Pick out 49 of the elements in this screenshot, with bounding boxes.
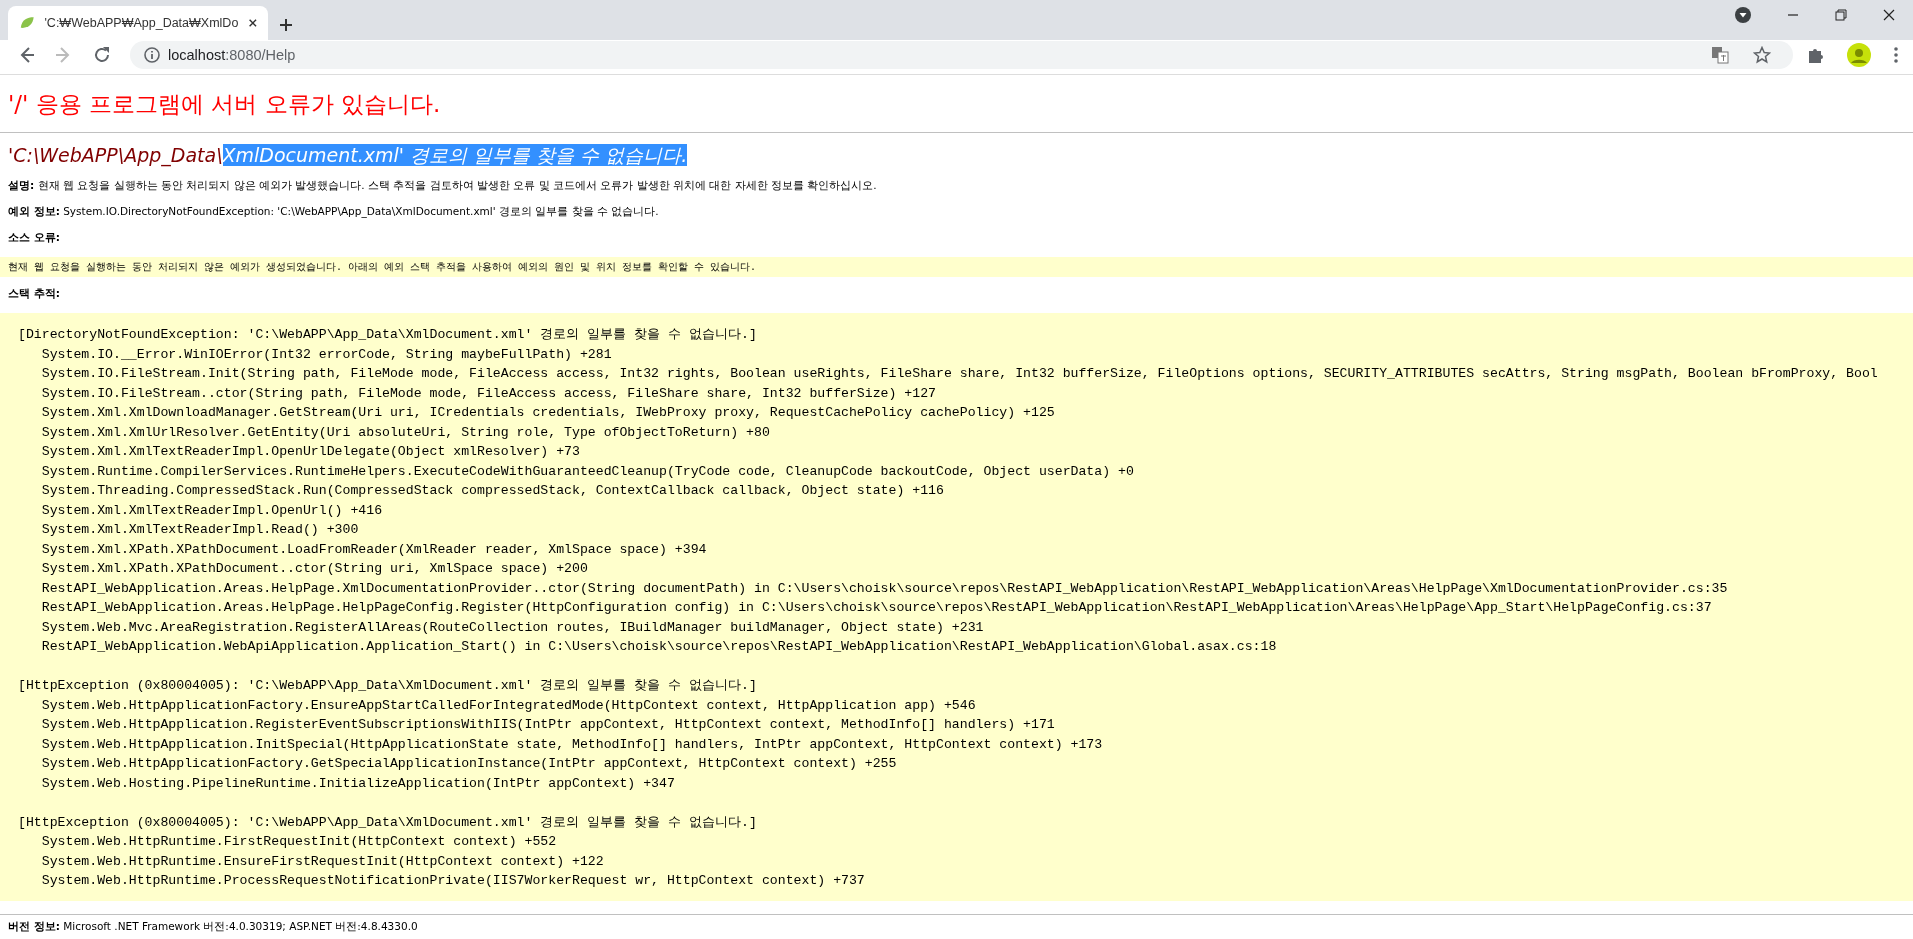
avatar-icon[interactable]	[1847, 43, 1871, 67]
detail-text: 예외 정보: System.IO.DirectoryNotFoundException: 'C:\WebAPP\App_Data\XmlDocument.xml' 경로의 일부를 찾을 수 없습니다.	[8, 205, 660, 219]
exception-header: [HttpException (0x80004005): 'C:\WebAPP\App_Data\XmlDocument.xml' 경로의 일부를 찾을 수 없습니다.]	[18, 813, 758, 832]
stack-trace-line: System.Threading.CompressedStack.Run(CompressedStack compressedStack, ContextCallback callback, Object state) +116	[40, 482, 945, 500]
section-label: 스택 추적:	[8, 287, 61, 301]
browser-tab[interactable]: 'C:₩WebAPP₩App_Data₩XmlDo	[8, 6, 268, 40]
restore-icon[interactable]	[1835, 9, 1847, 21]
translate-icon[interactable]	[1711, 46, 1729, 64]
stack-trace-line: System.Web.HttpRuntime.FirstRequestInit(HttpContext context) +552	[40, 833, 558, 851]
page-title: '/' 응용 프로그램에 서버 오류가 있습니다.	[8, 90, 442, 119]
new-tab-icon[interactable]	[278, 17, 294, 33]
dropdown-icon[interactable]	[1735, 7, 1751, 23]
stack-trace-line: System.IO.__Error.WinIOError(Int32 errorCode, String maybeFullPath) +281	[40, 345, 613, 364]
stack-trace-line: System.Xml.XmlUrlResolver.GetEntity(Uri absoluteUri, String role, Type ofObjectToReturn) +80	[40, 423, 771, 442]
stack-trace-line: System.Xml.XmlTextReaderImpl.OpenUrlDelegate(Object xmlResolver) +73	[40, 443, 581, 461]
stack-trace-line: System.IO.FileStream..ctor(String path, FileMode mode, FileAccess access, FileShare share, Int32 bufferSize) +127	[40, 384, 937, 403]
stack-trace-line: System.Web.HttpRuntime.EnsureFirstRequestInit(HttpContext context) +122	[40, 852, 605, 871]
star-icon[interactable]	[1753, 46, 1771, 64]
stack-trace-line: System.Xml.XmlTextReaderImpl.Read() +300	[40, 521, 360, 539]
version-info: 버전 정보: Microsoft .NET Framework 버전:4.0.30319; ASP.NET 버전:4.8.4330.0	[0, 913, 1913, 939]
stack-trace-line: System.Web.Hosting.PipelineRuntime.InitializeApplication(IntPtr appContext) +347	[40, 774, 676, 793]
stack-trace-line: System.Xml.XPath.XPathDocument..ctor(String uri, XmlSpace space) +200	[40, 560, 589, 578]
leaf-icon	[20, 15, 35, 31]
address-field[interactable]: localhost:8080/Help	[130, 41, 1793, 69]
info-icon	[144, 47, 160, 63]
more-icon[interactable]	[1893, 46, 1899, 64]
stack-trace-line: System.Web.HttpRuntime.ProcessRequestNotificationPrivate(IIS7WorkerRequest wr, HttpContext context) +737	[40, 872, 866, 890]
stack-trace-line: System.Runtime.CompilerServices.RuntimeHelpers.ExecuteCodeWithGuaranteedCleanup(TryCode code, CleanupCode backoutCode, Object userData) +0	[40, 462, 1135, 481]
stack-trace-line: System.Web.HttpApplicationFactory.GetSpecialApplicationInstance(IntPtr appContext, HttpContext context) +255	[40, 755, 898, 773]
section-label: 소스 오류:	[8, 231, 61, 245]
stack-trace-line: System.Xml.XmlTextReaderImpl.OpenUrl() +416	[40, 501, 384, 520]
close-icon[interactable]	[248, 17, 258, 29]
stack-trace-line: RestAPI_WebApplication.Areas.HelpPage.XmlDocumentationProvider..ctor(String documentPath) in C:\Users\choisk\source\repos\RestAPI_WebApplication\RestAPI_WebApplication\Areas\HelpPage\XmlDocumentationProvider.cs:35	[40, 579, 1729, 598]
stack-trace-line: RestAPI_WebApplication.Areas.HelpPage.HelpPageConfig.Register(HttpConfiguration config) in C:\Users\choisk\source\repos\RestAPI_WebApplication\RestAPI_WebApplication\Areas\HelpPage\App_Start\HelpPageConfig.cs:37	[40, 599, 1713, 617]
stack-trace-line: System.IO.FileStream.Init(String path, FileMode mode, FileAccess access, Int32 rights, Boolean useRights, FileShare share, Int32 bufferSize, FileOptions options, SECURITY_ATTRIBUTES secAttrs, String msgPath, Boolean bFromProxy, Bool	[40, 365, 1879, 383]
source-error-text: 현재 웹 요청을 실행하는 동안 처리되지 않은 예외가 생성되었습니다. 아래의 예외 스택 추적을 사용하여 예외의 원인 및 위치 정보를 확인할 수 있습니다.	[0, 257, 1913, 277]
stack-trace-line: System.Web.HttpApplication.RegisterEventSubscriptionsWithIIS(IntPtr appContext, HttpContext context, MethodInfo[] handlers) +171	[40, 716, 1056, 734]
error-heading: 'C:\WebAPP\App_Data\XmlDocument.xml' 경로의 일부를 찾을 수 없습니다.	[8, 143, 689, 169]
stack-trace-line: System.Xml.XmlDownloadManager.GetStream(Uri uri, ICredentials credentials, IWebProxy proxy, RequestCachePolicy cachePolicy) +125	[40, 404, 1056, 422]
puzzle-icon[interactable]	[1807, 46, 1825, 64]
stack-trace-line: System.Web.Mvc.AreaRegistration.RegisterAllAreas(RouteCollection routes, IBuildManager buildManager, Object state) +231	[40, 618, 985, 637]
exception-header: [HttpException (0x80004005): 'C:\WebAPP\App_Data\XmlDocument.xml' 경로의 일부를 찾을 수 없습니다.]	[18, 677, 758, 695]
stack-trace-line: System.Web.HttpApplication.InitSpecial(HttpApplicationState state, MethodInfo[] handlers, IntPtr appContext, HttpContext context) +173	[40, 735, 1104, 754]
stack-trace-line: System.Web.HttpApplicationFactory.EnsureAppStartCalledForIntegratedMode(HttpContext context, HttpApplication app) +546	[40, 696, 977, 715]
exception-header: [DirectoryNotFoundException: 'C:\WebAPP\App_Data\XmlDocument.xml' 경로의 일부를 찾을 수 없습니다.]	[18, 326, 758, 344]
stack-trace-line: System.Xml.XPath.XPathDocument.LoadFromReader(XmlReader reader, XmlSpace space) +394	[40, 540, 708, 559]
stack-trace-line: RestAPI_WebApplication.WebApiApplication.Application_Start() in C:\Users\choisk\source\repos\RestAPI_WebApplication\RestAPI_WebApplication\Global.asax.cs:18	[40, 638, 1278, 656]
detail-text: 설명: 현재 웹 요청을 실행하는 동안 처리되지 않은 예외가 발생했습니다. 스택 추적을 검토하여 발생한 오류 및 코드에서 오류가 발생한 위치에 대한 자세한 정보를 확인하십시오.	[8, 179, 878, 193]
close-icon[interactable]	[1883, 9, 1895, 21]
